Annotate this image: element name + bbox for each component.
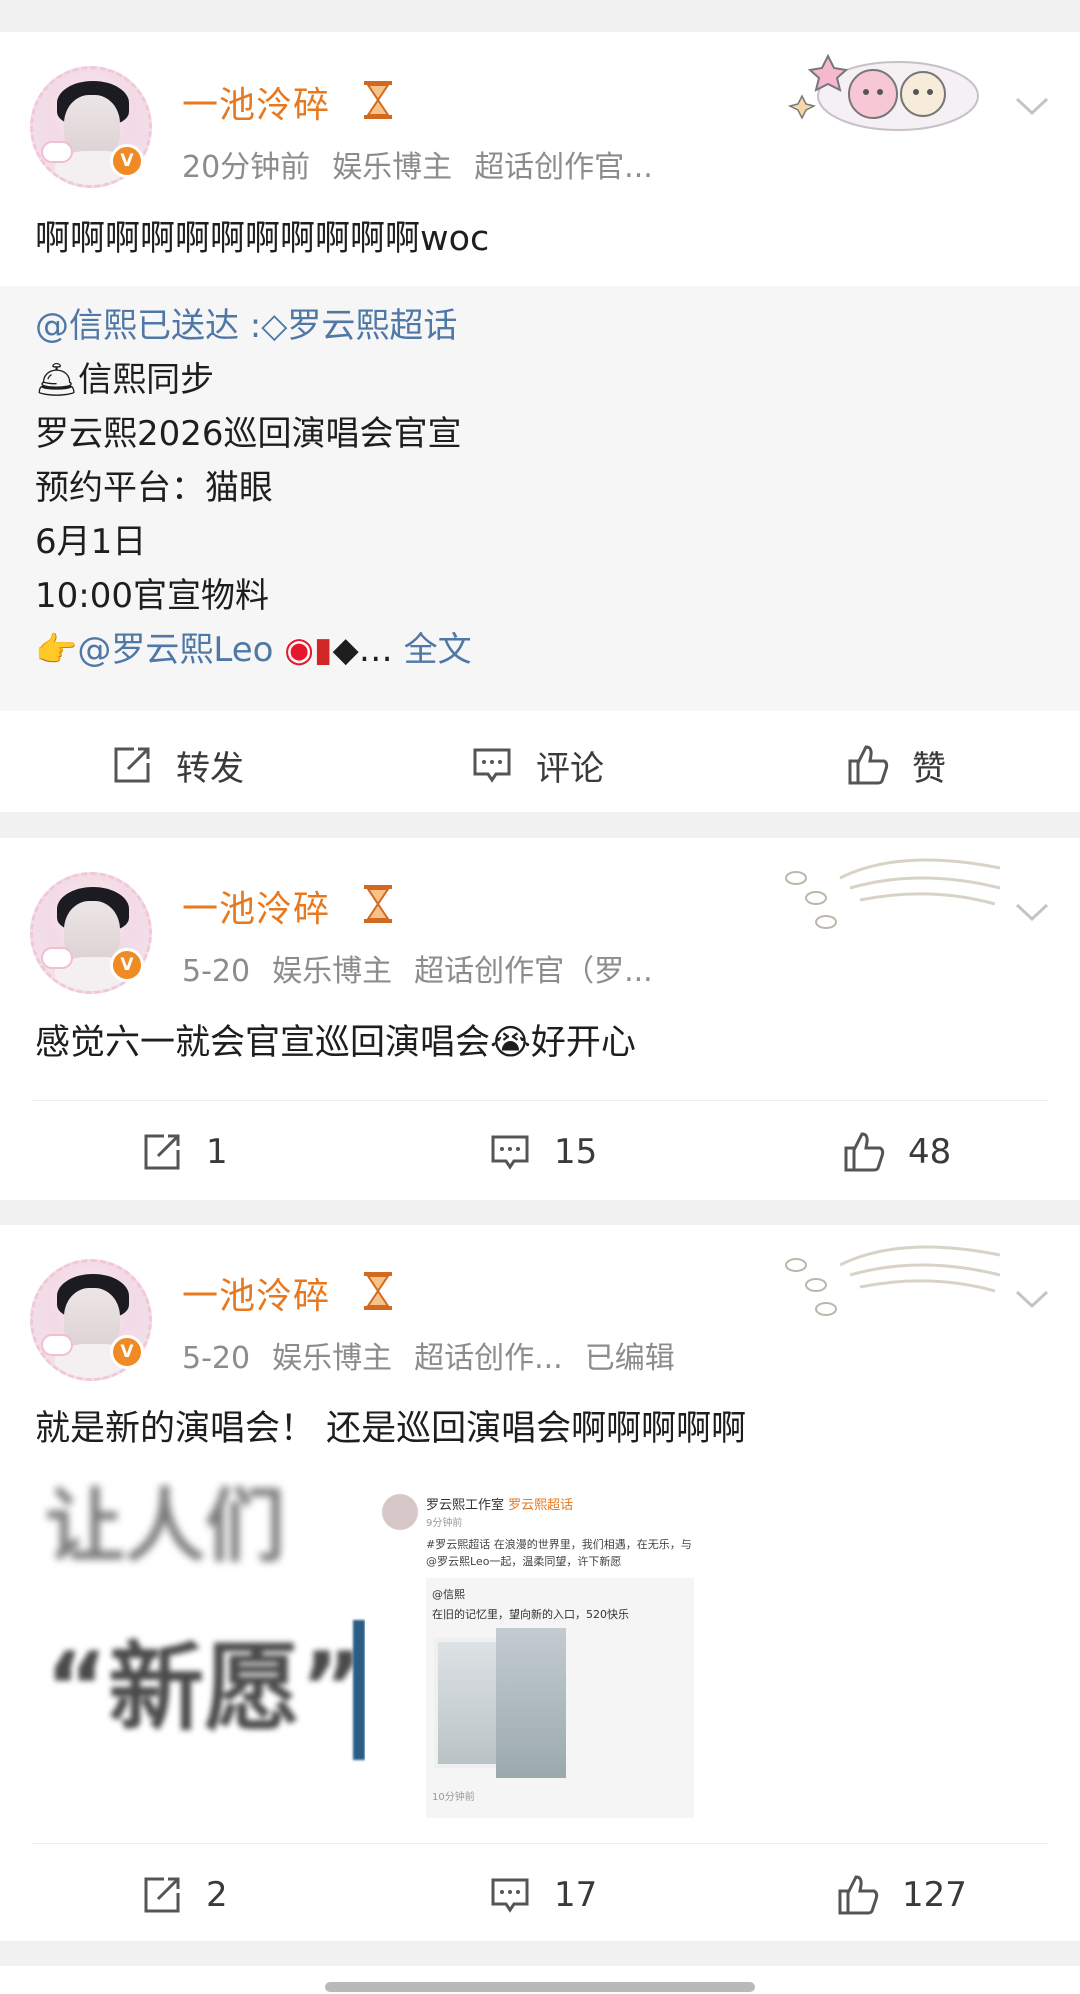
repost-header: @信熙已送达 :◇罗云熙超话	[35, 306, 458, 346]
repost-block[interactable]: @信熙已送达 :◇罗云熙超话 🛎信熙同步 罗云熙2026巡回演唱会官宣 预约平台…	[0, 286, 1080, 711]
mention-link-leo[interactable]: @罗云熙Leo	[77, 630, 273, 670]
tag-1: 娱乐博主	[272, 1341, 393, 1376]
comment-button[interactable]: 评论	[470, 725, 604, 805]
edited-label: 已编辑	[584, 1341, 675, 1376]
hourglass-icon	[364, 1272, 392, 1310]
repost-line-5: 6月1日	[35, 522, 147, 562]
sticker-decoration	[788, 53, 979, 131]
author-name[interactable]: 一池泠碎	[182, 76, 330, 128]
repost-line-2: 🛎信熙同步	[35, 360, 215, 400]
image-thumbnail-2[interactable]: 罗云熙工作室 罗云熙超话 9分钟前 #罗云熙超话 在浪漫的世界里，我们相遇，在无…	[370, 1480, 705, 1840]
mention-link[interactable]: @信熙已送达	[35, 306, 239, 346]
tag-2: 超话创作...	[414, 1341, 563, 1376]
photo-card	[496, 1628, 566, 1778]
like-button[interactable]: 赞	[846, 725, 946, 805]
repost-line-6: 10:00官宣物料	[35, 576, 269, 616]
post-meta: 5-20 娱乐博主 超话创作官（罗...	[182, 946, 675, 990]
bell-icon: 🛎	[35, 360, 79, 400]
like-button[interactable]: 127	[836, 1855, 967, 1935]
author-name[interactable]: 一池泠碎	[182, 1267, 330, 1319]
image-thumbnail-1[interactable]: 让人们 “新愿”	[35, 1480, 365, 1830]
post-card-1[interactable]: V 一池泠碎 20分钟前 娱乐博主 超话创作官... 啊啊啊啊啊啊啊啊啊啊啊woc …	[0, 32, 1080, 812]
action-bar: 2 17 127	[0, 1855, 1080, 1935]
tag-1: 娱乐博主	[332, 150, 453, 185]
post-time: 5-20	[182, 1341, 251, 1376]
divider	[32, 1100, 1048, 1101]
home-indicator[interactable]	[325, 1982, 755, 1992]
embedded-repost: @信熙 在旧的记忆里，望向新的入口，520快乐 10分钟前	[426, 1578, 694, 1818]
verified-badge-icon: V	[110, 1335, 144, 1369]
ink-decoration	[785, 1245, 1001, 1316]
chevron-down-icon[interactable]	[1014, 1287, 1050, 1311]
post-text: 感觉六一就会官宣巡回演唱会😭好开心	[35, 1023, 636, 1063]
red-book-icon: ▮	[313, 630, 333, 670]
repost-line-3: 罗云熙2026巡回演唱会官宣	[35, 414, 462, 454]
comment-icon	[491, 1135, 529, 1170]
post-card-3[interactable]: V 一池泠碎 5-20 娱乐博主 超话创作... 已编辑 就是新的演唱会！ 还是巡回演…	[0, 1225, 1080, 1941]
crying-emoji-icon: 😭	[490, 1023, 531, 1063]
weibo-icon: ◉	[284, 630, 314, 670]
verified-badge-icon: V	[110, 948, 144, 982]
hourglass-icon	[364, 885, 392, 923]
repost-line-7: 👉@罗云熙Leo ◉▮◆… 全文	[35, 630, 472, 670]
tag-2: 超话创作官...	[474, 150, 653, 185]
post-time: 5-20	[182, 954, 251, 989]
studio-avatar	[382, 1494, 418, 1530]
tag-1: 娱乐博主	[272, 954, 393, 989]
repost-icon	[144, 1877, 180, 1913]
thumbs-up-icon	[844, 1132, 885, 1172]
repost-icon	[144, 1134, 180, 1170]
action-bar: 1 15 48	[0, 1112, 1080, 1192]
full-text-link[interactable]: 全文	[404, 630, 472, 670]
hourglass-icon	[364, 81, 392, 119]
unknown-glyph-icon: ◆	[332, 630, 359, 670]
repost-icon	[114, 747, 150, 783]
like-button[interactable]: 48	[842, 1112, 951, 1192]
comment-button[interactable]: 15	[488, 1112, 597, 1192]
chevron-down-icon[interactable]	[1014, 94, 1050, 118]
chevron-down-icon[interactable]	[1014, 900, 1050, 924]
thumbs-up-icon	[848, 745, 889, 785]
author-name[interactable]: 一池泠碎	[182, 880, 330, 932]
thumbs-up-icon	[838, 1875, 879, 1915]
repost-line-4: 预约平台：猫眼	[35, 468, 273, 508]
post-text: 啊啊啊啊啊啊啊啊啊啊啊woc	[35, 219, 490, 259]
post-time: 20分钟前	[182, 150, 311, 185]
topic-link[interactable]: 罗云熙超话	[287, 306, 457, 346]
comment-icon	[491, 1878, 529, 1913]
tag-2: 超话创作官（罗...	[414, 954, 653, 989]
verified-badge-icon: V	[110, 144, 144, 178]
post-text: 就是新的演唱会！ 还是巡回演唱会啊啊啊啊啊	[35, 1409, 747, 1449]
pointing-hand-icon: 👉	[35, 630, 78, 670]
repost-button[interactable]: 1	[140, 1112, 228, 1192]
post-meta: 20分钟前 娱乐博主 超话创作官...	[182, 142, 675, 186]
post-card-2[interactable]: V 一池泠碎 5-20 娱乐博主 超话创作官（罗... 感觉六一就会官宣巡回演唱会😭…	[0, 838, 1080, 1200]
repost-button[interactable]: 转发	[110, 725, 244, 805]
comment-icon	[473, 748, 511, 783]
post-meta: 5-20 娱乐博主 超话创作... 已编辑	[182, 1333, 697, 1377]
divider	[32, 1843, 1048, 1844]
comment-button[interactable]: 17	[488, 1855, 597, 1935]
action-bar: 转发 评论 赞	[0, 725, 1080, 805]
diamond-icon: ◇	[261, 306, 288, 346]
repost-button[interactable]: 2	[140, 1855, 228, 1935]
ink-decoration	[785, 858, 1001, 929]
